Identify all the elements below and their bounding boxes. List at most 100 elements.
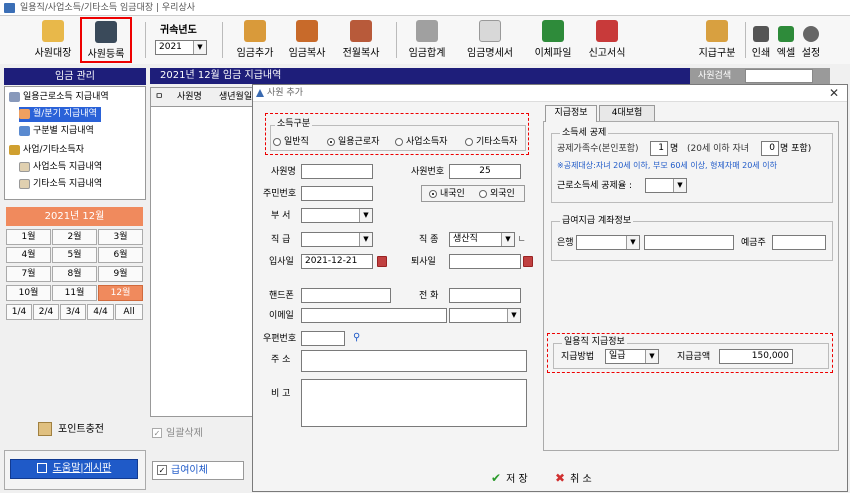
pay-method-label: 지급방법 [561,352,595,362]
search-icon[interactable]: ⚲ [353,331,360,345]
hire-date-input[interactable]: 2021-12-21 [301,254,373,269]
leave-date-input[interactable] [449,254,521,269]
quarter-button-2[interactable]: 2/4 [33,304,59,320]
employee-ledger-button[interactable]: 사원대장 [30,18,76,62]
radio-regular[interactable]: 일반직 [273,135,309,149]
pay-amount-input[interactable]: 150,000 [719,349,793,364]
point-charge-button[interactable]: 포인트충전 [38,421,104,439]
column-check[interactable]: ㅁ [155,90,163,104]
month-button-1[interactable]: 1월 [6,229,51,245]
sidebar-header: 임금 관리 [4,68,146,85]
close-icon[interactable]: ✕ [827,86,841,100]
copy-wage-button[interactable]: 임금복사 [284,18,330,62]
address-input[interactable] [301,350,527,372]
children-input[interactable]: 0 [761,141,779,156]
calendar-icon[interactable] [523,256,533,267]
excel-button[interactable]: 엑셀 [774,18,798,62]
save-button[interactable]: ✔ 저 장 [491,469,528,487]
toolbar-separator [745,22,746,58]
radio-domestic[interactable]: 내국인 [429,187,465,201]
dept-select[interactable]: ▼ [301,208,373,223]
email-label: 이메일 [269,311,294,321]
radio-foreign[interactable]: 외국인 [479,187,515,201]
cancel-button[interactable]: ✖ 취 소 [555,469,592,487]
tab-payment-info[interactable]: 지급정보 [545,105,597,122]
tax-rate-select[interactable]: ▼ [645,178,687,193]
month-button-4[interactable]: 4월 [6,247,51,263]
dependents-input[interactable]: 1 [650,141,668,156]
print-button[interactable]: 인쇄 [749,18,773,62]
pay-method-select[interactable]: 일급 ▼ [605,349,659,364]
tab-insurance[interactable]: 4대보험 [599,105,655,121]
phone-input[interactable] [449,288,521,303]
tree-item-business[interactable]: 사업/기타소득자 [9,143,84,158]
month-button-2[interactable]: 2월 [52,229,97,245]
add-wage-icon [244,20,266,42]
tree-item-monthly[interactable]: 월/분기 지급내역 [19,107,101,122]
position-select[interactable]: ▼ [301,232,373,247]
tree-item-by-type[interactable]: 구분별 지급내역 [19,124,94,139]
radio-daily-worker[interactable]: 일용근로자 [327,135,379,149]
bulk-delete-checkbox[interactable]: ✓ 일괄삭제 [152,424,203,439]
children-unit: 명 포함) [780,144,812,154]
radio-business[interactable]: 사업소득자 [395,135,447,149]
help-board-button[interactable]: 도움말|게시판 [10,459,138,479]
zip-input[interactable] [301,331,345,346]
month-header: 2021년 12월 [6,207,143,226]
quarter-button-4[interactable]: 4/4 [87,304,114,320]
emp-name-input[interactable] [301,164,373,179]
holder-input[interactable] [772,235,826,250]
tree-item-business-income[interactable]: 사업소득 지급내역 [19,160,102,175]
email-domain-select[interactable]: ▼ [449,308,521,323]
tree-item-other-income[interactable]: 기타소득 지급내역 [19,177,102,192]
bank-select[interactable]: ▼ [576,235,640,250]
quarter-button-3[interactable]: 3/4 [60,304,86,320]
month-button-5[interactable]: 5월 [52,247,97,263]
month-button-8[interactable]: 8월 [52,266,97,282]
add-wage-button[interactable]: 임금추가 [232,18,278,62]
email-input[interactable] [301,308,447,323]
transfer-file-button[interactable]: 이체파일 [530,18,576,62]
month-button-10[interactable]: 10월 [6,285,51,301]
month-button-12[interactable]: 12월 [98,285,143,301]
wage-transfer-checkbox[interactable]: ✓ 급여이체 [152,461,244,480]
wage-total-button[interactable]: 임금합계 [404,18,450,62]
toolbar: 사원대장 사원등록 귀속년도 2021 ▼ 임금추가 임금복사 전월복사 임금합… [0,16,850,64]
children-label: (20세 이하 자녀 [687,144,750,154]
wage-grid[interactable] [150,107,255,417]
month-button-11[interactable]: 11월 [52,285,97,301]
quarter-button-1[interactable]: 1/4 [6,304,32,320]
report-form-button[interactable]: 신고서식 [584,18,630,62]
year-select[interactable]: 2021 ▼ [155,40,207,55]
document-icon [19,161,30,172]
column-name[interactable]: 사원명 [177,90,202,104]
add-employee-button[interactable]: 사원등록 [80,17,132,63]
column-birth[interactable]: 생년월일 [219,90,252,104]
month-button-9[interactable]: 9월 [98,266,143,282]
emp-no-input[interactable]: 25 [449,164,521,179]
job-type-edit-icon[interactable]: ∟ [518,233,526,247]
job-type-select[interactable]: 생산직 ▼ [449,232,515,247]
add-employee-icon [95,21,117,43]
month-button-6[interactable]: 6월 [98,247,143,263]
calendar-icon [19,108,30,119]
pay-statement-button[interactable]: 임금명세서 [462,18,518,62]
quarter-button-all[interactable]: All [115,304,143,320]
resident-no-label: 주민번호 [263,189,297,199]
payment-type-button[interactable]: 지급구분 [694,18,740,62]
month-button-7[interactable]: 7월 [6,266,51,282]
leave-date-label: 퇴사일 [411,257,436,267]
note-textarea[interactable] [301,379,527,427]
calendar-icon[interactable] [377,256,387,267]
mobile-input[interactable] [301,288,391,303]
pay-statement-icon [479,20,501,42]
tree-item-daily-income[interactable]: 일용근로소득 지급내역 [9,90,109,105]
copy-last-month-button[interactable]: 전월복사 [338,18,384,62]
settings-button[interactable]: 설정 [799,18,823,62]
employee-search-input[interactable] [745,69,813,83]
radio-other[interactable]: 기타소득자 [465,135,517,149]
document-icon [19,178,30,189]
account-input[interactable] [644,235,734,250]
month-button-3[interactable]: 3월 [98,229,143,245]
resident-no-input[interactable] [301,186,373,201]
